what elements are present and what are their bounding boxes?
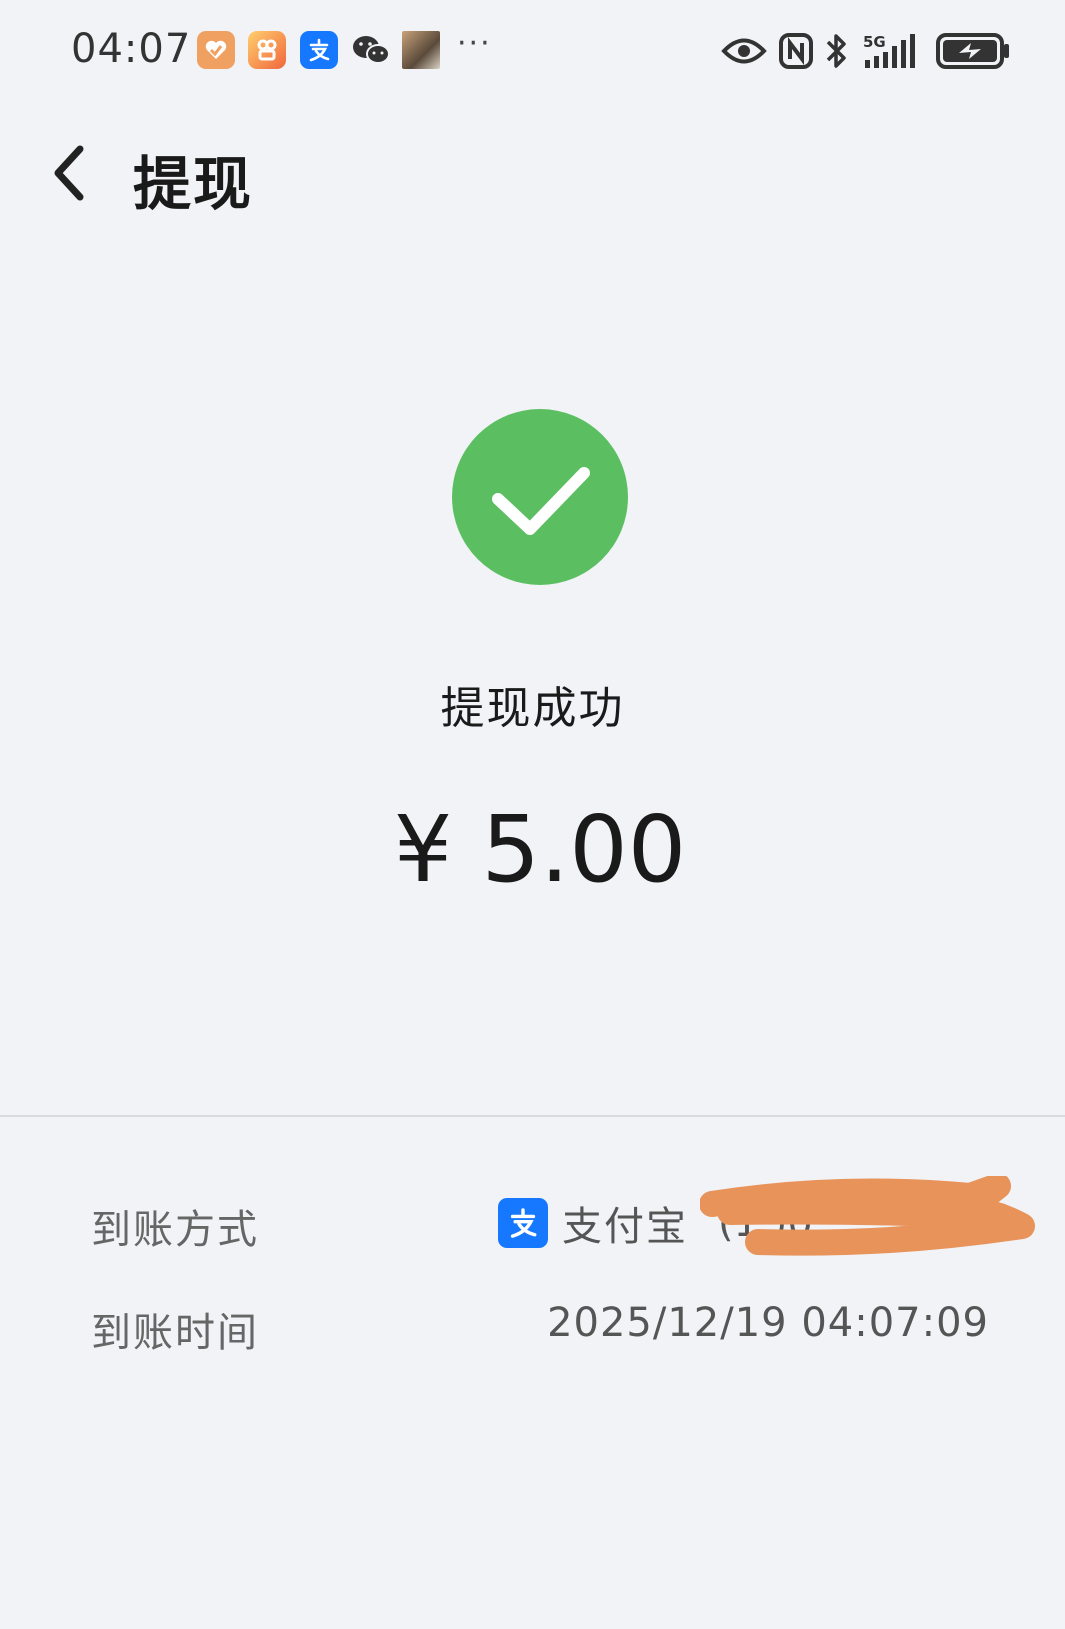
status-time: 04:07 — [71, 26, 192, 72]
network-label: 5G — [863, 33, 886, 51]
system-status-icons: 5G — [721, 30, 1011, 72]
redaction-scribble — [699, 1173, 1035, 1256]
shopping-app-icon — [248, 31, 286, 69]
battery-charging-icon — [935, 32, 1011, 70]
wechat-icon — [350, 31, 392, 69]
amount: ¥ 5.00 — [393, 796, 687, 903]
payout-method-name: 支付宝 — [562, 1204, 688, 1250]
back-button[interactable] — [28, 133, 108, 213]
status-text: 提现成功 — [440, 683, 625, 734]
alipay-icon — [300, 31, 338, 69]
photo-thumbnail-icon — [402, 31, 440, 69]
status-bar: 04:07 ··· 5G — [0, 0, 1065, 100]
alipay-logo-icon — [498, 1198, 548, 1248]
eye-icon — [721, 36, 767, 66]
payout-time-label: 到账时间 — [91, 1310, 259, 1356]
header: 提现 — [0, 115, 1065, 235]
nfc-icon — [779, 33, 813, 69]
check-circle-icon — [452, 409, 628, 585]
signal-5g-icon: 5G — [861, 32, 923, 70]
payout-time-value: 2025/12/19 04:07:09 — [547, 1300, 989, 1346]
divider — [0, 1115, 1065, 1117]
health-app-icon — [197, 31, 235, 69]
chevron-left-icon — [54, 145, 84, 201]
payout-method-label: 到账方式 — [91, 1207, 259, 1253]
page-title: 提现 — [133, 150, 254, 218]
bluetooth-icon — [825, 32, 849, 70]
more-notifications-icon: ··· — [457, 26, 492, 61]
withdraw-result-screen: 04:07 ··· 5G 提现 提现成功 ¥ 5.00 到账方式 支付宝 (1 … — [0, 0, 1065, 1629]
